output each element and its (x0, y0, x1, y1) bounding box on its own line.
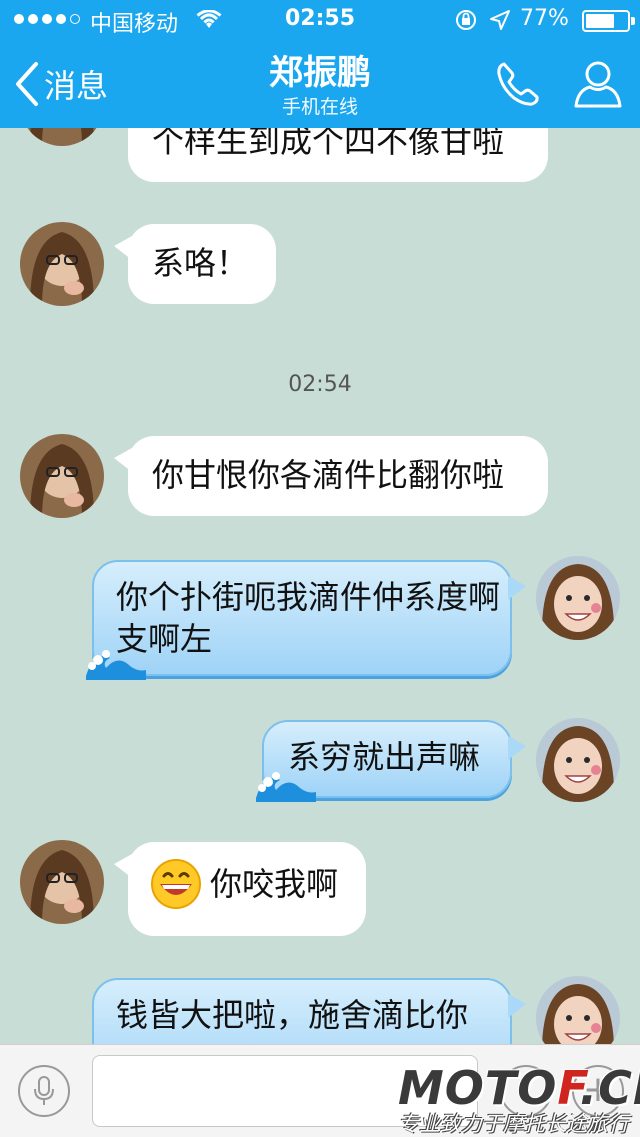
contact-avatar[interactable] (20, 434, 104, 518)
person-icon (574, 61, 622, 108)
conversation-header: 郑振鹏 手机在线 (0, 52, 640, 120)
orientation-lock-icon (456, 10, 476, 30)
message-bubble-outgoing[interactable]: 系穷就出声嘛 (256, 720, 526, 802)
message-text: 你个扑街呃我滴件仲系度啊支啊左 (116, 578, 501, 658)
microphone-icon (34, 1076, 54, 1105)
message-list[interactable]: 个样生到成个四不像甘啦 系咯！ 02:54 你甘恨你各滴件比翻你啦 你个扑街呃我… (0, 128, 640, 1044)
contact-avatar[interactable] (20, 128, 104, 146)
voice-button[interactable] (18, 1065, 70, 1117)
message-bubble-incoming[interactable]: 个样生到成个四不像甘啦 (128, 128, 548, 182)
wave-decoration-icon (86, 650, 146, 680)
location-arrow-icon (490, 10, 510, 30)
message-bubble-outgoing[interactable]: 钱皆大把啦，施舍滴比你 (92, 978, 526, 1044)
watermark-tagline: 专业致力于摩托长途旅行 (398, 1112, 629, 1136)
message-bubble-outgoing[interactable]: 你个扑街呃我滴件仲系度啊支啊左 (86, 560, 526, 680)
message-bubble-incoming[interactable]: 你甘恨你各滴件比翻你啦 (114, 436, 548, 516)
grinning-face-emoji-icon (151, 859, 201, 909)
phone-icon (497, 62, 539, 106)
user-avatar[interactable] (536, 976, 620, 1044)
call-button[interactable] (494, 60, 542, 112)
battery-percent: 77% (520, 6, 569, 31)
contact-status: 手机在线 (281, 96, 358, 118)
battery-icon (582, 10, 635, 32)
user-avatar[interactable] (536, 556, 620, 640)
message-text: 你甘恨你各滴件比翻你啦 (152, 456, 505, 494)
status-bar: 中国移动 02:55 77% (0, 0, 640, 40)
message-bubble-incoming[interactable]: 你咬我啊 (114, 842, 366, 936)
message-text: 钱皆大把啦，施舍滴比你 (116, 996, 469, 1034)
user-avatar[interactable] (536, 718, 620, 802)
watermark-brand: MOTOF.CN (398, 1061, 640, 1115)
profile-button[interactable] (572, 58, 624, 114)
site-watermark: MOTOF.CN 专业致力于摩托长途旅行 (398, 1061, 640, 1136)
contact-name: 郑振鹏 (269, 53, 371, 93)
message-text: 系咯！ (152, 244, 249, 282)
navigation-bar: 中国移动 02:55 77% 消息 郑振鹏 手机在线 (0, 0, 640, 128)
contact-avatar[interactable] (20, 222, 104, 306)
message-text: 你咬我啊 (210, 865, 339, 903)
contact-avatar[interactable] (20, 840, 104, 924)
message-timestamp: 02:54 (288, 372, 352, 397)
message-text: 个样生到成个四不像甘啦 (152, 128, 505, 160)
message-bubble-incoming[interactable]: 系咯！ (114, 224, 276, 304)
wave-decoration-icon (256, 772, 316, 802)
